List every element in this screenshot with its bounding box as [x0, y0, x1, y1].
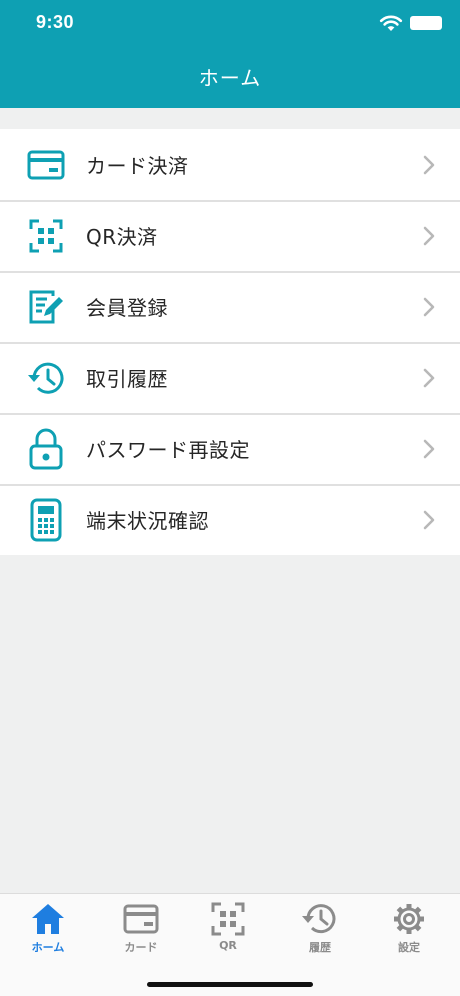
tab-qr[interactable]: QR	[193, 902, 263, 962]
tab-card[interactable]: カード	[106, 902, 176, 962]
lock-icon	[26, 428, 66, 469]
menu-item-qr-payment[interactable]: QR決済	[0, 200, 460, 271]
home-icon	[32, 904, 64, 934]
credit-card-icon	[26, 145, 66, 185]
chevron-right-icon	[423, 297, 435, 316]
tab-label: カード	[124, 941, 158, 954]
qr-scan-icon	[26, 216, 66, 256]
tab-home[interactable]: ホーム	[13, 902, 83, 962]
page-title: ホーム	[198, 66, 262, 90]
menu-item-password-reset[interactable]: パスワード再設定	[0, 413, 460, 484]
history-icon	[26, 358, 66, 398]
chevron-right-icon	[423, 368, 435, 387]
menu-item-card-payment[interactable]: カード決済	[0, 129, 460, 200]
menu-item-terminal-status[interactable]: 端末状況確認	[0, 484, 460, 555]
status-bar: 9:30	[0, 0, 460, 46]
tab-bar: ホーム カード QR 履歴 設定	[0, 893, 460, 996]
header: 9:30 ホーム	[0, 0, 460, 108]
chevron-right-icon	[423, 226, 435, 245]
tab-label: 履歴	[309, 941, 331, 954]
terminal-device-icon	[26, 498, 66, 541]
tab-history[interactable]: 履歴	[285, 902, 355, 962]
credit-card-icon	[123, 904, 159, 934]
menu-item-label: 取引履歴	[86, 367, 168, 391]
tab-label: 設定	[398, 941, 420, 954]
chevron-right-icon	[423, 510, 435, 529]
menu-item-label: カード決済	[86, 154, 189, 178]
tab-label: ホーム	[31, 941, 65, 954]
history-icon	[302, 904, 336, 934]
status-time: 9:30	[36, 12, 75, 32]
menu-item-label: 会員登録	[86, 296, 168, 320]
menu-list: カード決済 QR決済 会員登録 取引履歴 パスワード再設定 端末状況確認	[0, 129, 460, 555]
gear-icon	[394, 904, 424, 934]
menu-item-label: 端末状況確認	[86, 509, 209, 533]
chevron-right-icon	[423, 155, 435, 174]
qr-scan-icon	[211, 902, 245, 936]
wifi-icon	[379, 15, 403, 31]
menu-item-label: パスワード再設定	[86, 438, 250, 462]
menu-item-member-registration[interactable]: 会員登録	[0, 271, 460, 342]
tab-label: QR	[219, 939, 237, 952]
home-indicator[interactable]	[147, 982, 313, 987]
menu-item-transaction-history[interactable]: 取引履歴	[0, 342, 460, 413]
battery-icon	[410, 16, 442, 30]
tab-settings[interactable]: 設定	[374, 902, 444, 962]
menu-item-label: QR決済	[86, 225, 158, 249]
chevron-right-icon	[423, 439, 435, 458]
edit-document-icon	[26, 287, 66, 327]
